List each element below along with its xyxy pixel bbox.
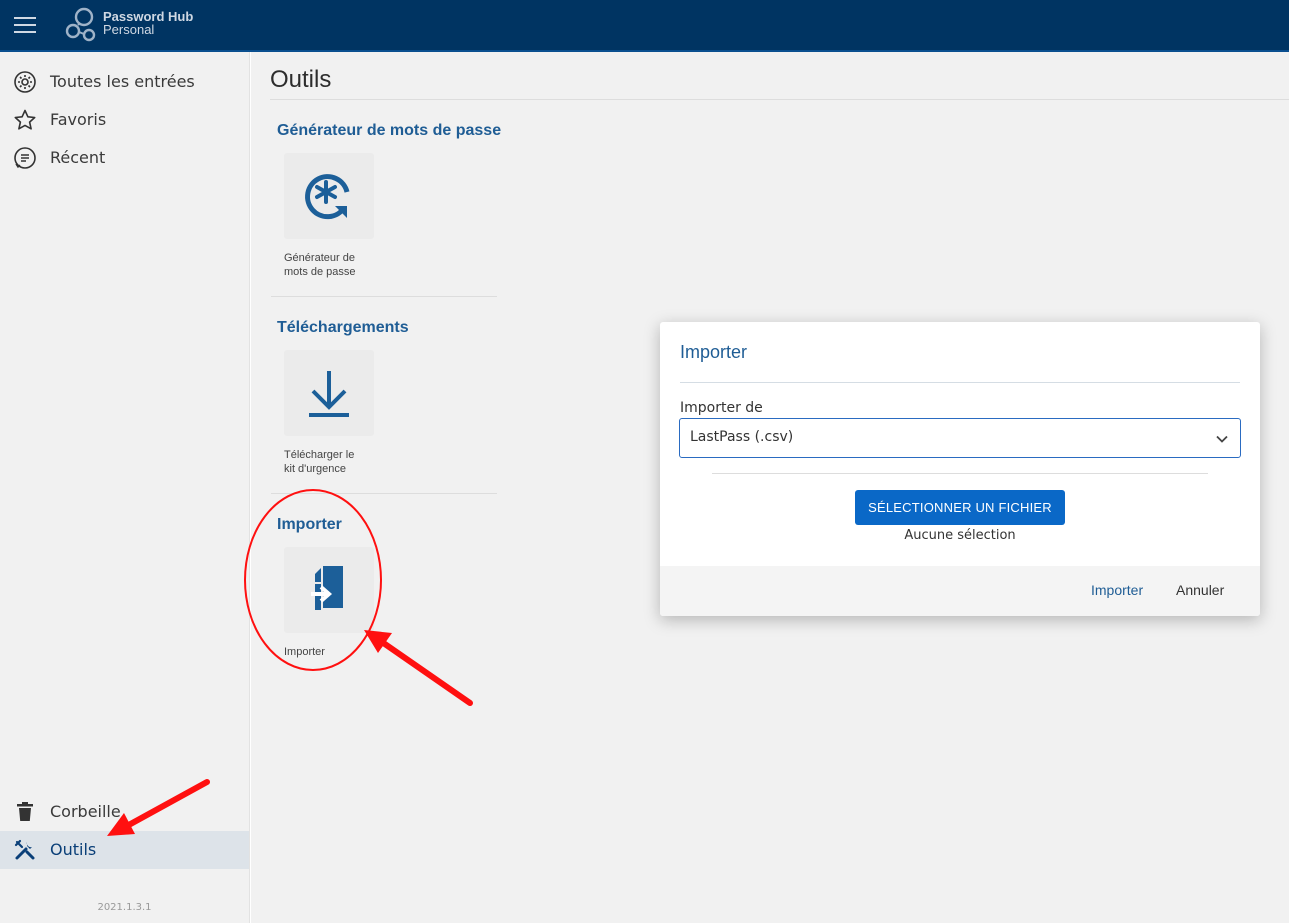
tool-caption-line2: kit d'urgence — [284, 463, 347, 475]
tool-tile — [284, 350, 374, 436]
section-title-password-generator: Générateur de mots de passe — [277, 122, 502, 139]
sidebar-item-trash[interactable]: Corbeille — [0, 793, 249, 831]
import-button[interactable]: Importer — [1091, 582, 1143, 598]
sidebar-item-tools[interactable]: Outils — [0, 831, 249, 869]
download-icon — [309, 371, 349, 417]
tool-import[interactable]: Importer — [284, 547, 374, 659]
select-file-button[interactable]: SÉLECTIONNER UN FICHIER — [855, 490, 1065, 525]
title-divider — [270, 99, 1289, 100]
tool-caption-line1: Importer — [284, 646, 325, 658]
sidebar: Toutes les entrées Favoris Récent Corbei… — [0, 52, 250, 923]
app-header: Password Hub Personal — [0, 0, 1289, 52]
tool-caption-line1: Générateur de — [284, 252, 355, 264]
tool-password-generator[interactable]: Générateur de mots de passe — [284, 153, 374, 279]
file-selection-status: Aucune sélection — [904, 528, 1016, 543]
recent-list-icon — [14, 147, 36, 169]
tool-tile — [284, 547, 374, 633]
dialog-title-divider — [680, 382, 1240, 383]
sidebar-item-recent[interactable]: Récent — [0, 139, 249, 177]
section-title-import: Importer — [277, 516, 342, 533]
sidebar-item-label: Favoris — [50, 110, 107, 129]
section-divider — [271, 493, 497, 494]
menu-icon[interactable] — [14, 17, 36, 33]
page-title: Outils — [270, 66, 332, 93]
tool-caption: Importer — [284, 645, 374, 659]
password-generator-icon — [305, 174, 350, 220]
tool-caption-line1: Télécharger le — [284, 449, 355, 461]
dialog-divider — [712, 473, 1208, 474]
import-source-value: LastPass (.csv) — [690, 429, 794, 445]
cancel-button[interactable]: Annuler — [1176, 582, 1224, 598]
sidebar-item-label: Corbeille — [50, 802, 121, 821]
app-version: 2021.1.3.1 — [97, 902, 152, 913]
password-hub-logo-icon — [65, 7, 96, 42]
trash-icon — [17, 802, 33, 821]
sidebar-item-label: Toutes les entrées — [50, 72, 195, 91]
tool-tile — [284, 153, 374, 239]
section-divider — [271, 296, 497, 297]
app-name: Password Hub Personal — [103, 10, 193, 36]
sidebar-item-label: Outils — [50, 840, 97, 859]
sidebar-item-label: Récent — [50, 148, 106, 167]
sidebar-item-all-entries[interactable]: Toutes les entrées — [0, 63, 249, 101]
sidebar-item-favorites[interactable]: Favoris — [0, 101, 249, 139]
import-icon — [311, 566, 343, 610]
dialog-title: Importer — [680, 342, 748, 362]
star-icon — [14, 109, 36, 130]
chevron-down-icon — [1216, 435, 1228, 443]
tool-caption: Télécharger le kit d'urgence — [284, 448, 374, 476]
tools-icon — [14, 839, 35, 860]
import-dialog: Importer Importer de LastPass (.csv) SÉL… — [660, 322, 1260, 616]
import-source-label: Importer de — [680, 400, 763, 416]
import-source-select[interactable]: LastPass (.csv) — [679, 418, 1241, 458]
gear-circle-icon — [14, 71, 36, 93]
section-title-downloads: Téléchargements — [277, 319, 409, 336]
dialog-footer: Importer Annuler — [660, 566, 1260, 616]
tool-caption: Générateur de mots de passe — [284, 251, 374, 279]
app-name-line2: Personal — [103, 22, 155, 37]
tool-download-emergency-kit[interactable]: Télécharger le kit d'urgence — [284, 350, 374, 476]
tool-caption-line2: mots de passe — [284, 266, 356, 278]
